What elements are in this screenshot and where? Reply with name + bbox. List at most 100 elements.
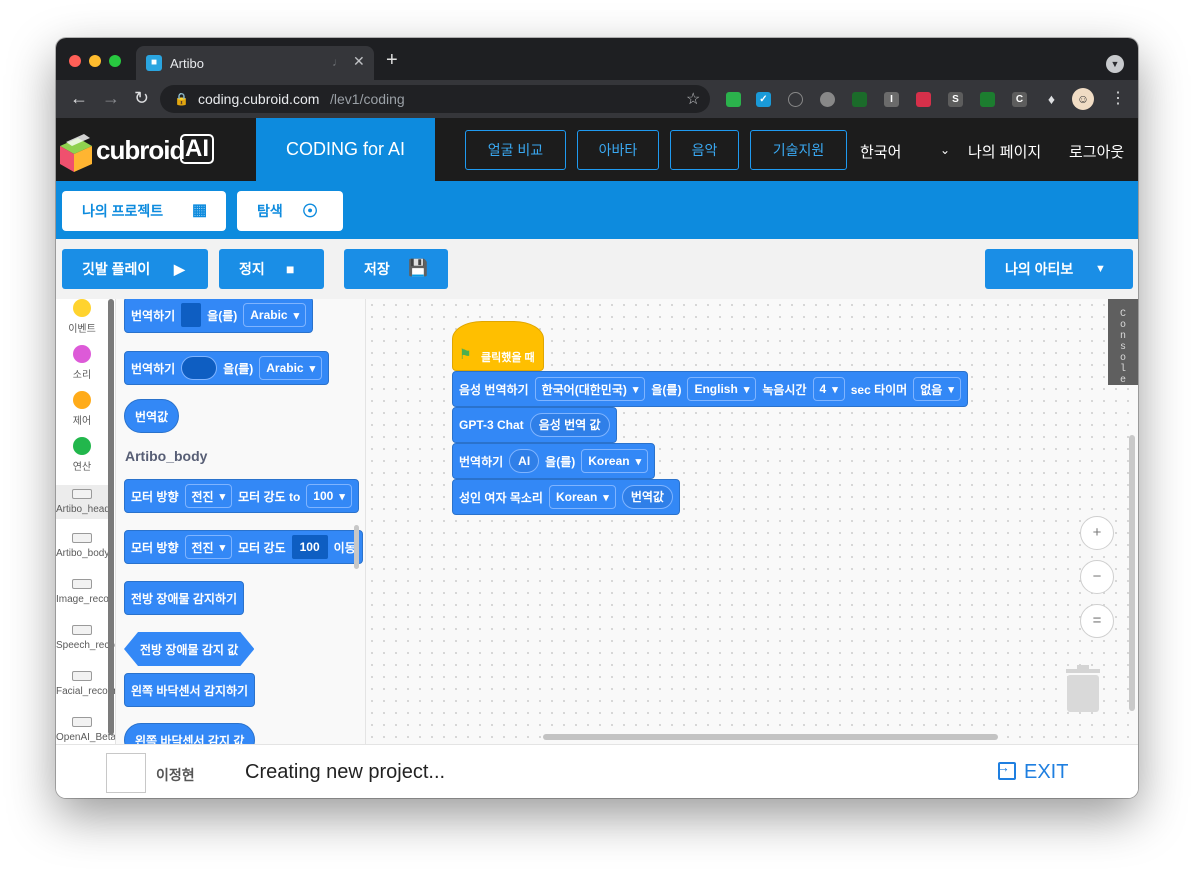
- trash-can-icon[interactable]: [1064, 663, 1102, 713]
- save-button[interactable]: 저장 💾: [344, 249, 448, 289]
- power-dropdown[interactable]: 100: [306, 484, 352, 508]
- palette-front-detect-block[interactable]: 전방 장애물 감지하기: [124, 581, 245, 615]
- save-disk-icon: 💾: [408, 260, 428, 277]
- tech-support-button[interactable]: 기술지원: [750, 130, 847, 170]
- avatar-button[interactable]: 아바타: [577, 130, 659, 170]
- face-compare-button[interactable]: 얼굴 비교: [465, 130, 566, 170]
- palette-translate-block[interactable]: 번역하기 을(를) Arabic: [124, 299, 314, 333]
- checkbox-extension-icon[interactable]: ✓: [756, 92, 771, 107]
- palette-front-value-block[interactable]: 전방 장애물 감지 값: [124, 632, 254, 666]
- palette-motor-move-block[interactable]: 모터 방향 전진 모터 강도 100 이동: [124, 530, 363, 564]
- my-projects-button[interactable]: 나의 프로젝트 ▦: [62, 191, 226, 231]
- text-input-slot[interactable]: [181, 356, 218, 380]
- category-scrollbar[interactable]: [108, 299, 114, 735]
- palette-left-floor-value-block[interactable]: 왼쪽 바닥센서 감지 값: [124, 723, 256, 744]
- category-operators[interactable]: 연산: [56, 437, 108, 473]
- language-select[interactable]: 한국어: [860, 141, 901, 162]
- horizontal-scrollbar[interactable]: [543, 734, 998, 740]
- category-event[interactable]: 이벤트: [56, 299, 108, 335]
- close-tab-icon[interactable]: ✕: [353, 53, 365, 70]
- profile-avatar-icon[interactable]: ☺: [1072, 88, 1094, 110]
- sound-category-dot: [73, 345, 91, 363]
- category-openai-beta[interactable]: OpenAI_Beta: [56, 717, 115, 743]
- speaker-icon[interactable]: ♩: [332, 55, 344, 69]
- my-page-link[interactable]: 나의 페이지: [968, 141, 1041, 162]
- when-flag-clicked-hat-block[interactable]: ⚑ 클릭했을 때: [452, 321, 544, 371]
- maximize-window-button[interactable]: [109, 55, 121, 67]
- palette-motor-block[interactable]: 모터 방향 전진 모터 강도 to 100: [124, 479, 359, 513]
- timer-dropdown[interactable]: 없음: [913, 377, 961, 401]
- language-dropdown[interactable]: Korean: [581, 449, 649, 473]
- palette-translate-block[interactable]: 번역하기 을(를) Arabic: [124, 351, 330, 385]
- reload-icon[interactable]: ↻: [134, 88, 149, 108]
- language-dropdown[interactable]: Arabic: [243, 303, 307, 327]
- category-image-recognition[interactable]: Image_recogn: [56, 579, 115, 605]
- speech-value-reporter[interactable]: 음성 번역 값: [529, 413, 610, 437]
- puzzle-extensions-icon[interactable]: ♦: [1044, 92, 1059, 107]
- vertical-scrollbar[interactable]: [1129, 435, 1135, 711]
- exit-button[interactable]: EXIT: [996, 759, 1068, 784]
- block-label: GPT-3 Chat: [459, 418, 524, 432]
- globe-extension-icon[interactable]: [820, 92, 835, 107]
- address-bar[interactable]: 🔒 coding.cubroid.com /lev1/coding ☆: [160, 85, 710, 113]
- leaf-extension-icon[interactable]: [852, 92, 867, 107]
- new-tab-button[interactable]: +: [386, 50, 398, 70]
- close-window-button[interactable]: [69, 55, 81, 67]
- c-extension-icon[interactable]: C: [1012, 92, 1027, 107]
- category-artibo-body[interactable]: Artibo_body: [56, 533, 109, 559]
- forward-icon[interactable]: →: [102, 88, 120, 108]
- green-flag-icon: ⚑: [459, 346, 472, 362]
- speech-translate-block[interactable]: 음성 번역하기 한국어(대한민국) 을(를) English 녹음시간 4 se…: [452, 371, 968, 407]
- direction-dropdown[interactable]: 전진: [184, 535, 233, 559]
- translate-block[interactable]: 번역하기 AI 을(를) Korean: [452, 443, 656, 479]
- flag-play-button[interactable]: 깃발 플레이 ▶: [62, 249, 208, 289]
- record-time-dropdown[interactable]: 4: [812, 377, 845, 401]
- evernote-extension-icon[interactable]: [726, 92, 741, 107]
- category-speech-recognition[interactable]: Speech_recog: [56, 625, 115, 651]
- music-button[interactable]: 음악: [670, 130, 739, 170]
- palette-translate-value-block[interactable]: 번역값: [124, 399, 180, 433]
- adult-female-voice-block[interactable]: 성인 여자 목소리 Korean 번역값: [452, 479, 680, 515]
- zoom-out-icon[interactable]: −: [1080, 560, 1114, 594]
- tab-search-icon[interactable]: ▼: [1106, 55, 1124, 73]
- browser-tab[interactable]: ■ Artibo ♩ ✕: [136, 46, 374, 80]
- text-input-slot[interactable]: [181, 303, 202, 327]
- palette-scrollbar[interactable]: [354, 525, 359, 569]
- text-input[interactable]: AI: [509, 449, 540, 473]
- back-icon[interactable]: ←: [70, 88, 88, 108]
- power-input[interactable]: 100: [291, 535, 328, 559]
- script-canvas[interactable]: ⚑ 클릭했을 때 음성 번역하기 한국어(대한민국) 을(를) English …: [366, 299, 1138, 744]
- bookmark-star-icon[interactable]: ☆: [686, 89, 700, 109]
- zoom-in-icon[interactable]: +: [1080, 516, 1114, 550]
- my-artibo-button[interactable]: 나의 아티보 ▼: [985, 249, 1133, 289]
- minimize-window-button[interactable]: [89, 55, 101, 67]
- i-extension-icon[interactable]: I: [884, 92, 899, 107]
- direction-dropdown[interactable]: 전진: [184, 484, 233, 508]
- s-extension-icon[interactable]: S: [948, 92, 963, 107]
- gpt3-chat-block[interactable]: GPT-3 Chat 음성 번역 값: [452, 407, 617, 443]
- stop-button[interactable]: 정지 ■: [219, 249, 324, 289]
- lock-icon[interactable]: 🔒: [174, 92, 189, 106]
- tab-strip: ■ Artibo ♩ ✕ + ▼: [56, 38, 1138, 80]
- category-sound[interactable]: 소리: [56, 345, 108, 381]
- category-facial-recognition[interactable]: Facial_recogni: [56, 671, 115, 697]
- chrome-menu-icon[interactable]: ⋮: [1110, 88, 1126, 108]
- coding-for-ai-tab[interactable]: CODING for AI: [256, 118, 435, 181]
- explore-button[interactable]: 탐색 ☉: [237, 191, 343, 231]
- console-toggle[interactable]: Console: [1108, 299, 1138, 386]
- logout-link[interactable]: 로그아웃: [1069, 141, 1124, 162]
- category-artibo-head[interactable]: Artibo_head: [56, 485, 110, 519]
- translate-value-reporter[interactable]: 번역값: [621, 485, 673, 509]
- language-dropdown[interactable]: Arabic: [259, 356, 323, 380]
- block-label: 모터 방향: [131, 540, 179, 555]
- zoom-reset-icon[interactable]: =: [1080, 604, 1114, 638]
- category-control[interactable]: 제어: [56, 391, 108, 427]
- info-extension-icon[interactable]: [788, 92, 803, 107]
- target-language-dropdown[interactable]: English: [687, 377, 757, 401]
- flag-extension-icon[interactable]: [980, 92, 995, 107]
- bot-extension-icon[interactable]: [916, 92, 931, 107]
- voice-language-dropdown[interactable]: Korean: [548, 485, 616, 509]
- source-language-dropdown[interactable]: 한국어(대한민국): [534, 377, 646, 401]
- palette-left-floor-block[interactable]: 왼쪽 바닥센서 감지하기: [124, 673, 256, 707]
- chevron-down-icon[interactable]: ⌄: [940, 143, 950, 157]
